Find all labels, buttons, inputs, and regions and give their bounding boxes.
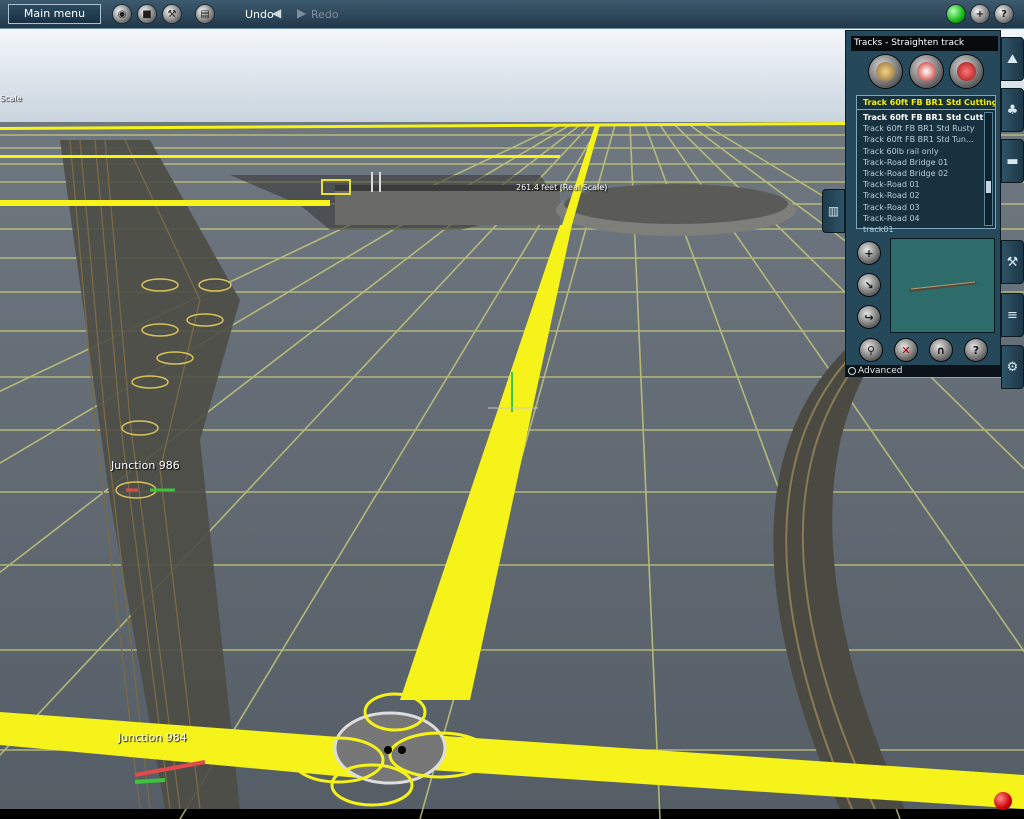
track-list[interactable]: Track 60ft FB BR1 Std Cutting Track 60ft… [856, 95, 996, 234]
trains-tab-icon[interactable]: ▬ [1001, 139, 1024, 183]
tools-tab-icon[interactable]: ⚒ [1001, 240, 1024, 284]
top-toolbar: Main menu ◉ ■ ⚒ ▤ Undo ◀ ▶ Redo + ? [0, 0, 1024, 29]
advanced-label: Advanced [858, 366, 903, 376]
scale-label: Scale [0, 94, 22, 103]
list-item[interactable]: Track-Road 03 [857, 202, 995, 213]
help-icon[interactable]: ? [995, 5, 1013, 23]
help-icon[interactable]: ? [965, 339, 987, 361]
track-type-tab-icon[interactable]: ▥ [822, 189, 845, 233]
measure-label: 261.4 feet (Real Scale) [516, 183, 608, 192]
junction-984-label: Junction 984 [118, 731, 187, 744]
list-item[interactable]: Track-Road Bridge 02 [857, 168, 995, 179]
list-item[interactable]: Track-Road 02 [857, 190, 995, 201]
radio-icon [848, 367, 856, 375]
track-preview-image [890, 238, 995, 333]
settings-tab-icon[interactable]: ⚙ [1001, 345, 1024, 389]
tools-icon[interactable]: ⚒ [163, 5, 181, 23]
list-item[interactable]: Track 60ft FB BR1 Std Rusty [857, 123, 995, 134]
straighten-track-icon[interactable] [869, 55, 902, 88]
junction-986-label: Junction 986 [111, 459, 180, 472]
panel-title: Tracks - Straighten track [851, 36, 998, 51]
list-item[interactable]: Track-Road 01 [857, 179, 995, 190]
redo-arrow-icon: ▶ [297, 6, 307, 20]
list-item[interactable]: Track-Road 04 [857, 213, 995, 224]
curve-track-icon[interactable]: ↪ [858, 306, 880, 328]
tunnel-icon[interactable]: ∩ [930, 339, 952, 361]
stack-icon[interactable]: ▤ [196, 5, 214, 23]
terrain-tab-icon[interactable]: ⛰ [1001, 37, 1024, 81]
layers-tab-icon[interactable]: ≡ [1001, 293, 1024, 337]
redo-button: Redo [311, 8, 339, 21]
add-spline-icon[interactable]: + [858, 242, 880, 264]
undo-button[interactable]: Undo [245, 8, 274, 21]
delete-icon[interactable]: ✕ [895, 339, 917, 361]
tracks-tool-panel: Tracks - Straighten track Track 60ft FB … [845, 30, 1001, 377]
list-item[interactable]: track01 [857, 224, 995, 235]
selected-track-item[interactable]: Track 60ft FB BR1 Std Cutting [857, 96, 995, 110]
trees-tab-icon[interactable]: ♣ [1001, 88, 1024, 132]
main-menu-button[interactable]: Main menu [8, 4, 101, 24]
record-status-icon[interactable] [994, 792, 1012, 810]
add-icon[interactable]: + [971, 5, 989, 23]
list-scrollbar[interactable] [984, 112, 993, 226]
online-status-icon[interactable] [947, 5, 965, 23]
stop-icon[interactable]: ■ [138, 5, 156, 23]
advanced-toggle[interactable]: Advanced [846, 365, 1001, 377]
list-item[interactable]: Track 60ft FB BR1 Std Tun... [857, 134, 995, 145]
globe-icon[interactable]: ◉ [113, 5, 131, 23]
list-item[interactable]: Track-Road Bridge 01 [857, 157, 995, 168]
height-adjust-icon[interactable] [910, 55, 943, 88]
scrollbar-thumb[interactable] [986, 181, 991, 193]
list-item[interactable]: Track 60lb rail only [857, 146, 995, 157]
delete-track-icon[interactable] [950, 55, 983, 88]
junction-icon[interactable]: ⚲ [860, 339, 882, 361]
list-item[interactable]: Track 60ft FB BR1 Std Cutt... [857, 112, 995, 123]
undo-arrow-icon[interactable]: ◀ [272, 6, 281, 20]
bend-track-icon[interactable]: ↘ [858, 274, 880, 296]
